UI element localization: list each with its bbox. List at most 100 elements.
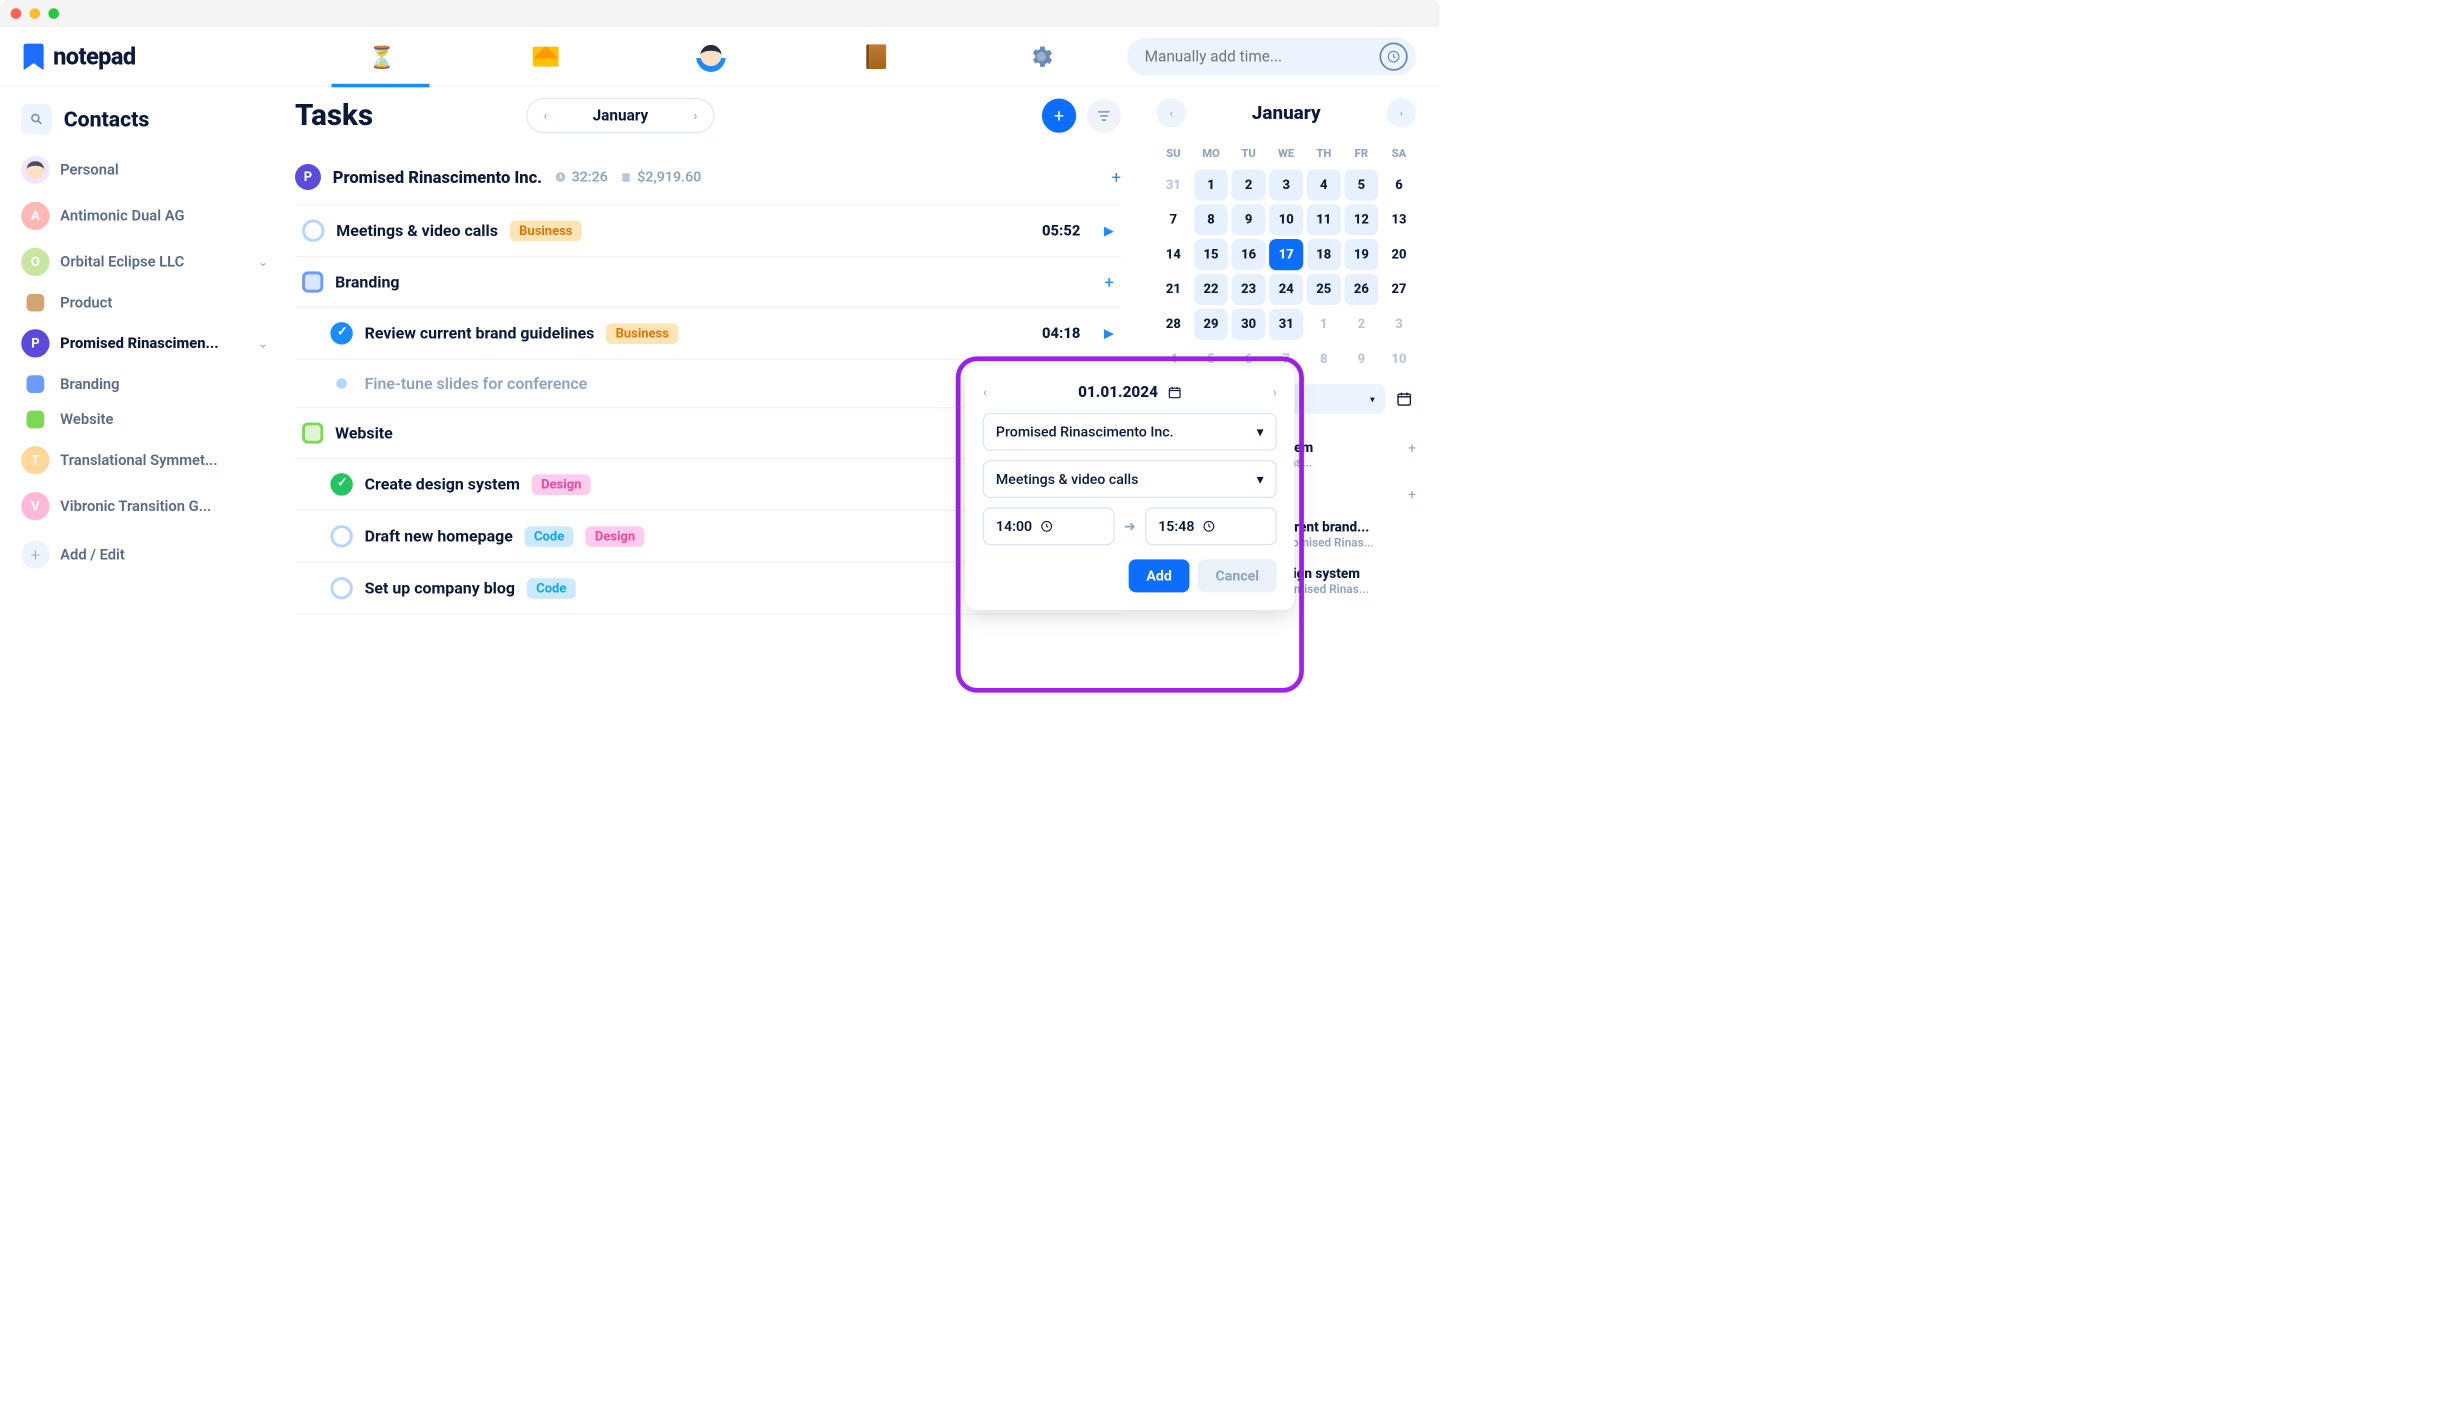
close-window[interactable] bbox=[11, 8, 22, 19]
calendar-day[interactable]: 9 bbox=[1344, 343, 1378, 374]
calendar-day[interactable]: 4 bbox=[1307, 169, 1341, 200]
nav-settings[interactable] bbox=[1027, 36, 1057, 77]
calendar-day[interactable]: 28 bbox=[1156, 309, 1190, 340]
sidebar-item[interactable]: Personal bbox=[21, 149, 268, 191]
popup-cancel-button[interactable]: Cancel bbox=[1198, 559, 1277, 592]
play-button[interactable]: ▶ bbox=[1104, 223, 1114, 238]
timeline-calendar-button[interactable] bbox=[1392, 387, 1416, 411]
task-checkbox[interactable] bbox=[302, 219, 324, 241]
calendar-day[interactable]: 5 bbox=[1344, 169, 1378, 200]
calendar-day[interactable]: 12 bbox=[1344, 204, 1378, 235]
contact-label: Product bbox=[60, 294, 268, 311]
add-edit-button[interactable]: + Add / Edit bbox=[21, 533, 268, 575]
time-input-field[interactable] bbox=[1145, 47, 1380, 65]
popup-date-prev[interactable]: ‹ bbox=[983, 385, 987, 400]
calendar-day[interactable]: 31 bbox=[1156, 169, 1190, 200]
cal-next[interactable]: › bbox=[1386, 98, 1416, 128]
popup-task-select[interactable]: Meetings & video calls ▾ bbox=[983, 460, 1277, 498]
calendar-day[interactable]: 23 bbox=[1232, 274, 1266, 305]
sidebar-item[interactable]: OOrbital Eclipse LLC⌄ bbox=[21, 241, 268, 283]
task-row[interactable]: Meetings & video callsBusiness05:52▶ bbox=[295, 205, 1121, 257]
calendar-day[interactable]: 17 bbox=[1269, 239, 1303, 270]
calendar-day[interactable]: 15 bbox=[1194, 239, 1228, 270]
add-task-button[interactable]: + bbox=[1042, 99, 1076, 133]
popup-time-from[interactable]: 14:00 bbox=[983, 507, 1115, 545]
search-button[interactable] bbox=[21, 104, 52, 135]
month-next[interactable]: › bbox=[684, 108, 708, 123]
calendar-day[interactable]: 10 bbox=[1382, 343, 1416, 374]
manual-time-input[interactable] bbox=[1127, 37, 1416, 75]
task-name: Fine-tune slides for conference bbox=[365, 374, 588, 393]
sidebar-item[interactable]: Product bbox=[21, 287, 268, 319]
nav-time[interactable]: ⏳ bbox=[366, 36, 396, 77]
sidebar-item[interactable]: AAntimonic Dual AG bbox=[21, 195, 268, 237]
calendar-day[interactable]: 10 bbox=[1269, 204, 1303, 235]
sidebar-item[interactable]: Branding bbox=[21, 368, 268, 400]
sidebar-item[interactable]: Website bbox=[21, 404, 268, 436]
sidebar-title: Contacts bbox=[64, 107, 150, 132]
minimize-window[interactable] bbox=[29, 8, 40, 19]
calendar-day[interactable]: 19 bbox=[1344, 239, 1378, 270]
popup-date-next[interactable]: › bbox=[1273, 385, 1277, 400]
task-row[interactable]: Branding+ bbox=[295, 257, 1121, 308]
task-checkbox[interactable] bbox=[330, 525, 352, 547]
sidebar-item[interactable]: PPromised Rinascimen...⌄ bbox=[21, 322, 268, 364]
calendar-day[interactable]: 27 bbox=[1382, 274, 1416, 305]
calendar-day[interactable]: 6 bbox=[1382, 169, 1416, 200]
maximize-window[interactable] bbox=[48, 8, 59, 19]
calendar-day[interactable]: 2 bbox=[1344, 309, 1378, 340]
calendar-day[interactable]: 21 bbox=[1156, 274, 1190, 305]
timeline-add[interactable]: + bbox=[1408, 440, 1416, 457]
calendar-day[interactable]: 1 bbox=[1194, 169, 1228, 200]
gear-icon bbox=[1028, 43, 1055, 70]
calendar-day[interactable]: 9 bbox=[1232, 204, 1266, 235]
filter-button[interactable] bbox=[1087, 99, 1121, 133]
calendar-day[interactable]: 8 bbox=[1307, 343, 1341, 374]
plus-icon: + bbox=[21, 540, 49, 568]
timeline-add[interactable]: + bbox=[1408, 486, 1416, 503]
calendar-day[interactable]: 31 bbox=[1269, 309, 1303, 340]
popup-add-button[interactable]: Add bbox=[1129, 559, 1190, 592]
contact-label: Personal bbox=[60, 161, 268, 178]
popup-time-to[interactable]: 15:48 bbox=[1145, 507, 1277, 545]
task-checkbox[interactable] bbox=[330, 473, 352, 495]
month-prev[interactable]: ‹ bbox=[534, 108, 558, 123]
task-row[interactable]: Review current brand guidelinesBusiness0… bbox=[295, 308, 1121, 360]
popup-project-select[interactable]: Promised Rinascimento Inc. ▾ bbox=[983, 413, 1277, 451]
calendar-day[interactable]: 24 bbox=[1269, 274, 1303, 305]
clock-icon[interactable] bbox=[1379, 42, 1407, 70]
nav-contacts[interactable] bbox=[861, 36, 891, 77]
group-name: Website bbox=[335, 424, 393, 443]
calendar-day[interactable]: 1 bbox=[1307, 309, 1341, 340]
contact-label: Vibronic Transition G... bbox=[60, 498, 268, 515]
calendar-day[interactable]: 16 bbox=[1232, 239, 1266, 270]
calendar-day[interactable]: 26 bbox=[1344, 274, 1378, 305]
nav-profile[interactable] bbox=[696, 36, 726, 77]
calendar-day[interactable]: 18 bbox=[1307, 239, 1341, 270]
tag: Business bbox=[606, 323, 678, 344]
contact-label: Orbital Eclipse LLC bbox=[60, 253, 247, 270]
calendar-icon[interactable] bbox=[1167, 385, 1181, 399]
calendar-day[interactable]: 20 bbox=[1382, 239, 1416, 270]
calendar-day[interactable]: 30 bbox=[1232, 309, 1266, 340]
calendar-day[interactable]: 13 bbox=[1382, 204, 1416, 235]
sidebar-item[interactable]: TTranslational Symmet... bbox=[21, 439, 268, 481]
add-task[interactable]: + bbox=[1105, 272, 1114, 291]
calendar-day[interactable]: 29 bbox=[1194, 309, 1228, 340]
add-to-project[interactable]: + bbox=[1112, 167, 1121, 186]
calendar-day[interactable]: 25 bbox=[1307, 274, 1341, 305]
task-checkbox[interactable] bbox=[330, 577, 352, 599]
calendar-day[interactable]: 11 bbox=[1307, 204, 1341, 235]
calendar-day[interactable]: 2 bbox=[1232, 169, 1266, 200]
task-checkbox[interactable] bbox=[330, 322, 352, 344]
cal-prev[interactable]: ‹ bbox=[1156, 98, 1186, 128]
calendar-day[interactable]: 8 bbox=[1194, 204, 1228, 235]
calendar-day[interactable]: 14 bbox=[1156, 239, 1190, 270]
sidebar-item[interactable]: VVibronic Transition G... bbox=[21, 485, 268, 527]
calendar-day[interactable]: 3 bbox=[1382, 309, 1416, 340]
play-button[interactable]: ▶ bbox=[1104, 326, 1114, 341]
nav-mail[interactable] bbox=[531, 36, 561, 77]
calendar-day[interactable]: 7 bbox=[1156, 204, 1190, 235]
calendar-day[interactable]: 3 bbox=[1269, 169, 1303, 200]
calendar-day[interactable]: 22 bbox=[1194, 274, 1228, 305]
